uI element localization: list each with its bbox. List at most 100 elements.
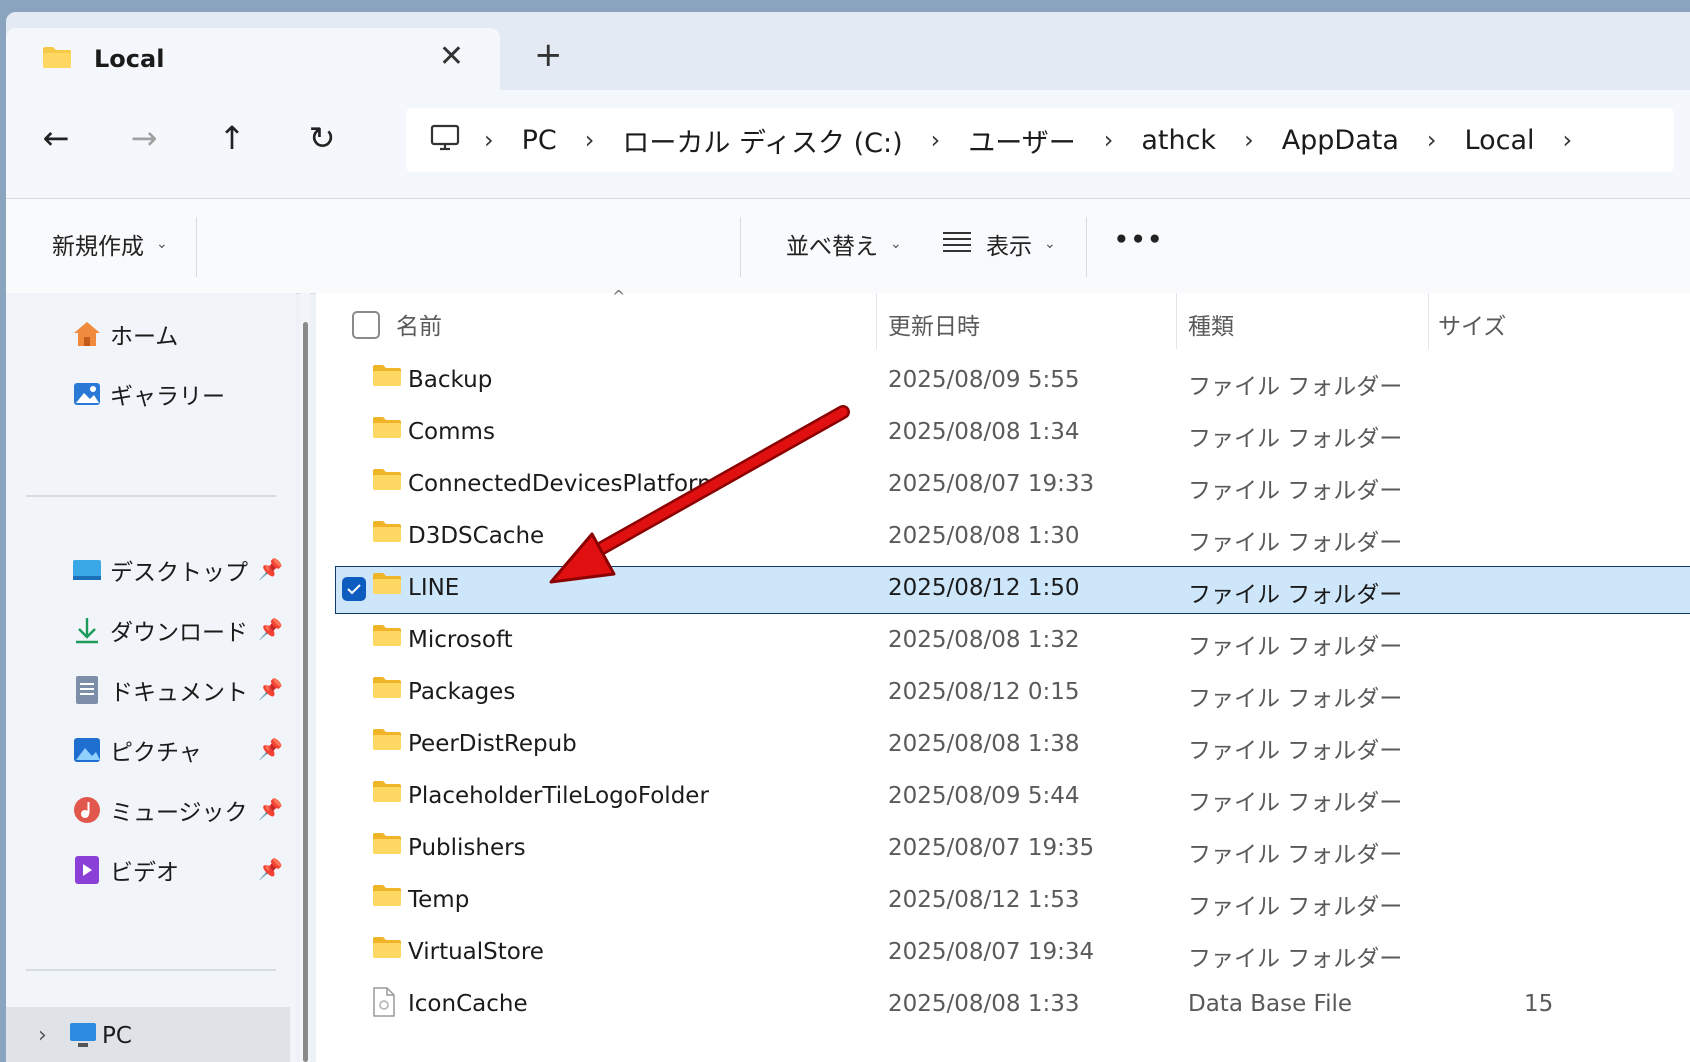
sidebar-item-label: ホーム: [110, 324, 179, 350]
gallery-icon: [70, 377, 104, 411]
close-tab-icon[interactable]: ✕: [439, 42, 464, 72]
file-row[interactable]: PeerDistRepub 2025/08/08 1:38 ファイル フォルダー: [336, 723, 1690, 769]
sidebar-item-label: ダウンロード: [110, 620, 248, 646]
file-type: ファイル フォルダー: [1188, 894, 1403, 920]
sidebar-item-label: ドキュメント: [110, 680, 248, 706]
back-button[interactable]: ←: [36, 118, 76, 158]
refresh-button[interactable]: ↻: [302, 118, 342, 158]
file-date: 2025/08/12 0:15: [888, 679, 1080, 705]
file-row[interactable]: D3DSCache 2025/08/08 1:30 ファイル フォルダー: [336, 515, 1690, 561]
file-row[interactable]: PlaceholderTileLogoFolder 2025/08/09 5:44…: [336, 775, 1690, 821]
file-list: ^ 名前 更新日時 種類 サイズ Backup 2025/08/09 5:55 ファ…: [316, 287, 1690, 1062]
sidebar-item-downloads[interactable]: ダウンロード: [70, 613, 248, 647]
file-row[interactable]: Temp 2025/08/12 1:53 ファイル フォルダー: [336, 879, 1690, 925]
breadcrumb-separator[interactable]: ›: [917, 126, 955, 154]
sort-ascending-icon: ^: [612, 287, 626, 306]
pin-icon[interactable]: 📌: [258, 857, 283, 881]
new-tab-button[interactable]: +: [534, 38, 563, 72]
breadcrumb-user[interactable]: athck: [1127, 125, 1230, 156]
sidebar-item-pc[interactable]: › PC: [6, 1007, 290, 1062]
column-separator[interactable]: [1176, 293, 1177, 349]
sidebar-item-desktop[interactable]: デスクトップ: [70, 553, 248, 587]
file-row[interactable]: Comms 2025/08/08 1:34 ファイル フォルダー: [336, 411, 1690, 457]
file-row[interactable]: Backup 2025/08/09 5:55 ファイル フォルダー: [336, 359, 1690, 405]
folder-icon: [372, 363, 402, 391]
chevron-down-icon: ⌄: [890, 236, 902, 252]
chevron-down-icon: ⌄: [1044, 236, 1056, 252]
breadcrumb-local[interactable]: Local: [1451, 125, 1549, 156]
column-header-date[interactable]: 更新日時: [888, 299, 980, 349]
breadcrumb-separator[interactable]: ›: [1230, 126, 1268, 154]
toolbar-divider: [196, 217, 197, 277]
file-type: ファイル フォルダー: [1188, 374, 1403, 400]
new-button[interactable]: 新規作成 ⌄: [52, 227, 168, 261]
file-type: Data Base File: [1188, 991, 1353, 1017]
address-bar[interactable]: › PC › ローカル ディスク (C:) › ユーザー › athck › A…: [406, 108, 1674, 172]
file-date: 2025/08/08 1:34: [888, 419, 1080, 445]
more-options-button[interactable]: •••: [1114, 227, 1164, 253]
folder-icon: [372, 519, 402, 547]
file-name: PeerDistRepub: [408, 731, 577, 757]
breadcrumb-separator[interactable]: ›: [571, 126, 609, 154]
file-date: 2025/08/07 19:34: [888, 939, 1095, 965]
file-row[interactable]: Publishers 2025/08/07 19:35 ファイル フォルダー: [336, 827, 1690, 873]
folder-icon: [372, 467, 402, 495]
pin-icon[interactable]: 📌: [258, 677, 283, 701]
tab-bar: Local ✕ +: [6, 12, 1690, 90]
select-all-checkbox[interactable]: [352, 311, 380, 339]
file-row[interactable]: VirtualStore 2025/08/07 19:34 ファイル フォルダー: [336, 931, 1690, 977]
column-header-type[interactable]: 種類: [1188, 299, 1234, 349]
breadcrumb-separator[interactable]: ›: [470, 126, 508, 154]
file-type: ファイル フォルダー: [1188, 478, 1403, 504]
pictures-icon: [70, 733, 104, 767]
column-separator[interactable]: [1428, 293, 1429, 349]
pc-icon: [68, 1021, 98, 1053]
sidebar-item-gallery[interactable]: ギャラリー: [70, 377, 225, 411]
column-separator[interactable]: [876, 293, 877, 349]
forward-button[interactable]: →: [124, 118, 164, 158]
column-header-name[interactable]: 名前: [396, 299, 442, 349]
file-type: ファイル フォルダー: [1188, 582, 1403, 608]
sidebar-item-label: PC: [102, 1023, 132, 1049]
chevron-right-icon[interactable]: ›: [38, 1023, 47, 1048]
tab-local[interactable]: Local ✕: [6, 28, 500, 90]
sidebar-item-videos[interactable]: ビデオ: [70, 853, 179, 887]
file-name: ConnectedDevicesPlatform: [408, 471, 720, 497]
folder-icon: [372, 623, 402, 651]
pin-icon[interactable]: 📌: [258, 557, 283, 581]
navigation-bar: ← → ↑ ↻ › PC › ローカル ディスク (C:) › ユーザー › a…: [6, 90, 1690, 198]
up-button[interactable]: ↑: [212, 118, 252, 158]
file-row[interactable]: IconCache 2025/08/08 1:33 Data Base File 15: [336, 983, 1690, 1029]
pin-icon[interactable]: 📌: [258, 797, 283, 821]
file-type: ファイル フォルダー: [1188, 634, 1403, 660]
folder-icon: [372, 415, 402, 443]
breadcrumb-separator[interactable]: ›: [1549, 126, 1587, 154]
file-date: 2025/08/08 1:32: [888, 627, 1080, 653]
column-header-size[interactable]: サイズ: [1438, 299, 1506, 349]
sidebar-item-documents[interactable]: ドキュメント: [70, 673, 248, 707]
file-name: Temp: [408, 887, 470, 913]
navigation-pane: ホーム ギャラリー デスクトップ 📌 ダウンロード 📌 ドキュメント 📌 ピクチ…: [6, 293, 296, 1062]
file-row[interactable]: ConnectedDevicesPlatform 2025/08/07 19:33…: [336, 463, 1690, 509]
view-button[interactable]: 表示 ⌄: [942, 227, 1056, 261]
breadcrumb-users[interactable]: ユーザー: [954, 121, 1089, 160]
sidebar-item-pictures[interactable]: ピクチャ: [70, 733, 202, 767]
breadcrumb-appdata[interactable]: AppData: [1268, 125, 1413, 156]
pin-icon[interactable]: 📌: [258, 617, 283, 641]
file-name: Packages: [408, 679, 516, 705]
breadcrumb-local-disk[interactable]: ローカル ディスク (C:): [608, 121, 916, 160]
folder-icon: [372, 831, 402, 859]
file-row[interactable]: Packages 2025/08/12 0:15 ファイル フォルダー: [336, 671, 1690, 717]
sidebar-item-home[interactable]: ホーム: [70, 317, 178, 351]
breadcrumb-pc[interactable]: PC: [508, 125, 571, 156]
sidebar-scrollbar-thumb[interactable]: [303, 322, 308, 1062]
file-row[interactable]: Microsoft 2025/08/08 1:32 ファイル フォルダー: [336, 619, 1690, 665]
file-row[interactable]: LINE 2025/08/12 1:50 ファイル フォルダー: [335, 566, 1690, 614]
breadcrumb-separator[interactable]: ›: [1413, 126, 1451, 154]
pin-icon[interactable]: 📌: [258, 737, 283, 761]
checkbox-checked-icon[interactable]: [342, 577, 366, 601]
monitor-icon[interactable]: [430, 124, 460, 156]
sidebar-item-music[interactable]: ミュージック: [70, 793, 248, 827]
breadcrumb-separator[interactable]: ›: [1090, 126, 1128, 154]
sort-button[interactable]: 並べ替え ⌄: [786, 227, 902, 261]
